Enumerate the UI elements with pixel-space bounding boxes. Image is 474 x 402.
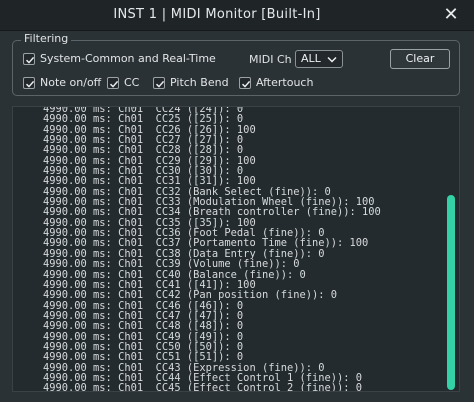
system-common-checkbox[interactable]: System-Common and Real-Time — [23, 52, 216, 65]
midi-monitor-window: INST 1 | MIDI Monitor [Built-In] ✕ Filte… — [0, 0, 474, 402]
chevron-down-icon — [327, 56, 337, 63]
midi-log-panel[interactable]: 4990.00 ms: Ch01 CC24 ([24]): 0 4990.00 m… — [12, 106, 460, 392]
system-common-label: System-Common and Real-Time — [40, 52, 216, 65]
title-bar[interactable]: INST 1 | MIDI Monitor [Built-In] ✕ — [0, 0, 474, 31]
log-line: 4990.00 ms: Ch01 CC48 ([48]): 0 — [43, 320, 244, 333]
checkmark-icon — [107, 76, 119, 89]
close-icon[interactable]: ✕ — [442, 6, 460, 24]
aftertouch-checkbox[interactable]: Aftertouch — [239, 76, 313, 89]
filtering-legend: Filtering — [21, 32, 72, 45]
checkmark-icon — [23, 52, 35, 65]
log-line: 4990.00 ms: Ch01 CC42 (Pan position (fin… — [43, 289, 338, 302]
checkmark-icon — [23, 76, 35, 89]
log-scrollbar[interactable] — [447, 195, 455, 390]
window-title: INST 1 | MIDI Monitor [Built-In] — [113, 7, 321, 22]
midi-channel-value: ALL — [301, 52, 321, 65]
cc-checkbox[interactable]: CC — [107, 76, 139, 89]
midi-channel-select[interactable]: ALL — [295, 50, 343, 68]
cc-label: CC — [124, 76, 140, 89]
midi-channel-label: MIDI Ch — [249, 53, 292, 66]
log-line: 4990.00 ms: Ch01 CC39 (Volume (fine)): 0 — [43, 258, 300, 271]
pitch-bend-label: Pitch Bend — [170, 76, 229, 89]
clear-button[interactable]: Clear — [390, 49, 450, 69]
checkmark-icon — [153, 76, 165, 89]
filtering-group: Filtering System-Common and Real-Time MI… — [12, 32, 460, 96]
midi-log: 4990.00 ms: Ch01 CC24 ([24]): 0 4990.00 m… — [43, 107, 381, 392]
log-line: 4990.00 ms: Ch01 CC45 (Effect Control 2 … — [43, 382, 363, 392]
note-onoff-checkbox[interactable]: Note on/off — [23, 76, 101, 89]
checkmark-icon — [239, 76, 251, 89]
pitch-bend-checkbox[interactable]: Pitch Bend — [153, 76, 229, 89]
note-onoff-label: Note on/off — [40, 76, 102, 89]
aftertouch-label: Aftertouch — [256, 76, 314, 89]
